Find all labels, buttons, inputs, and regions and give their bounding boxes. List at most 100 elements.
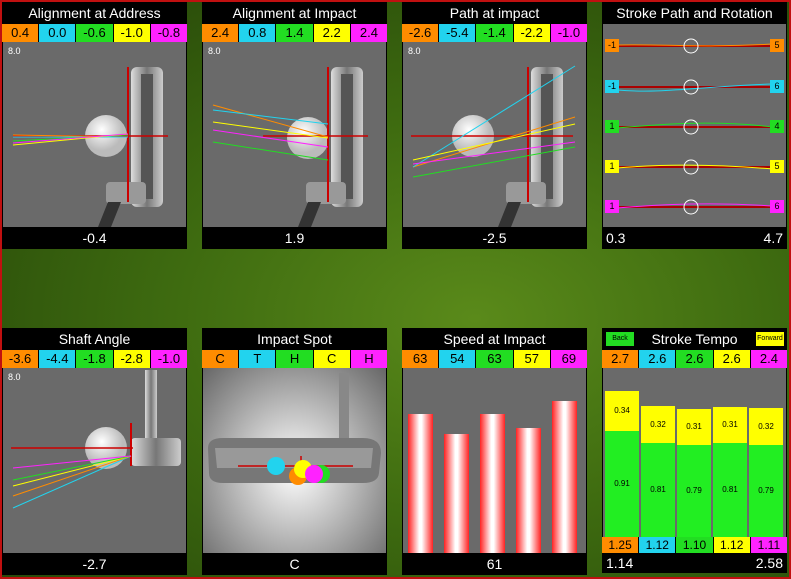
putter-graphic [212, 67, 368, 227]
bottom-chip: 1.12 [639, 537, 676, 553]
result-value: -2.7 [82, 556, 107, 572]
bottom-chip: 1.10 [676, 537, 713, 553]
value-chip: -1.0 [150, 350, 188, 368]
speed-bar [516, 428, 541, 553]
bottom-chip: 1.25 [602, 537, 639, 553]
rotation-right-value: 6 [770, 80, 784, 93]
panel-title: Stroke Path and Rotation [616, 5, 773, 21]
speed-bar [444, 434, 469, 553]
value-chip: 0.4 [2, 24, 39, 42]
tempo-forward-segment: 0.91 [605, 431, 639, 537]
value-chip: -1.0 [113, 24, 150, 42]
tempo-back-segment: 0.31 [713, 407, 747, 443]
rotation-view: -1 -1 1 1 1 5 6 4 5 6 [603, 24, 786, 227]
value-chip: 0.8 [239, 24, 276, 42]
rotation-left-value: -1 [605, 39, 619, 52]
back-button[interactable]: Back [606, 332, 634, 346]
panel-alignment-address: Alignment at Address 0.4 0.0 -0.6 -1.0 -… [2, 2, 188, 249]
bottom-chip: 1.12 [713, 537, 750, 553]
putter-graphic [12, 67, 168, 227]
panel-alignment-impact: Alignment at Impact 2.4 0.8 1.4 2.2 2.4 … [202, 2, 388, 249]
value-chip: 2.4 [202, 24, 239, 42]
tempo-forward-segment: 0.79 [749, 445, 783, 537]
result-value: -0.4 [82, 230, 107, 246]
result-right: 2.58 [755, 555, 783, 571]
result-left: 0.3 [606, 230, 626, 246]
putter-view: 8.0 [403, 42, 586, 227]
value-chip: 2.6 [713, 350, 750, 368]
value-chips: 0.4 0.0 -0.6 -1.0 -0.8 [2, 24, 188, 42]
result-row: 0.3 4.7 [602, 227, 787, 249]
value-chip: -2.2 [513, 24, 550, 42]
tempo-back-segment: 0.31 [677, 409, 711, 445]
rotation-right-value: 5 [770, 160, 784, 173]
value-chip: 63 [402, 350, 439, 368]
tempo-forward-segment: 0.81 [713, 443, 747, 537]
tempo-bars: 0.91 0.34 0.81 0.32 0.79 0.31 0.81 0.31 0.79 0.32 [603, 368, 786, 537]
panel-title: Speed at Impact [443, 331, 546, 347]
value-chip: 63 [476, 350, 513, 368]
value-chips: 2.7 2.6 2.6 2.6 2.4 [602, 350, 788, 368]
value-chip: 2.6 [676, 350, 713, 368]
value-chip: 2.4 [750, 350, 788, 368]
speed-bar [480, 414, 505, 553]
result-value: C [289, 556, 300, 572]
tempo-forward-segment: 0.79 [677, 445, 711, 537]
value-chip: 2.7 [602, 350, 639, 368]
rotation-graphic [616, 38, 774, 215]
forward-button[interactable]: Forward [756, 332, 784, 346]
value-chip: T [239, 350, 276, 368]
result-left: 1.14 [606, 555, 634, 571]
value-chip: 69 [550, 350, 588, 368]
panel-title: Shaft Angle [58, 331, 131, 347]
value-chip: 2.4 [350, 24, 388, 42]
rotation-left-value: 1 [605, 120, 619, 133]
value-chip: -2.6 [402, 24, 439, 42]
value-chip: 0.0 [39, 24, 76, 42]
value-chip: -1.8 [76, 350, 113, 368]
panel-stroke-rotation: Stroke Path and Rotation -1 -1 1 1 1 5 6… [602, 2, 787, 249]
panel-impact-spot: Impact Spot C T H C H C [202, 328, 388, 575]
value-chip: -4.4 [39, 350, 76, 368]
tempo-forward-segment: 0.81 [641, 443, 675, 537]
result-value: 61 [486, 556, 503, 572]
panel-speed-impact: Speed at Impact 63 54 63 57 69 61 [402, 328, 588, 575]
value-chip: -0.8 [150, 24, 188, 42]
value-chip: -5.4 [439, 24, 476, 42]
panel-title: Alignment at Address [28, 5, 161, 21]
shaft-graphic [11, 370, 181, 509]
value-chips: 63 54 63 57 69 [402, 350, 588, 368]
impact-view [203, 368, 386, 553]
putter-face-graphic [208, 373, 381, 485]
putter-view: 8.0 [203, 42, 386, 227]
rotation-right-value: 4 [770, 120, 784, 133]
value-chips: 2.4 0.8 1.4 2.2 2.4 [202, 24, 388, 42]
result-right: 4.7 [763, 230, 783, 246]
value-chip: C [202, 350, 239, 368]
tempo-back-segment: 0.34 [605, 391, 639, 431]
speed-bars [403, 368, 586, 553]
value-chip: 57 [513, 350, 550, 368]
value-chip: 2.2 [313, 24, 350, 42]
speed-bar [552, 401, 577, 553]
result-value: -2.5 [482, 230, 507, 246]
value-chip: H [350, 350, 388, 368]
result-row: 1.14 2.58 [602, 553, 787, 573]
panel-stroke-tempo: Stroke Tempo Back Forward 2.7 2.6 2.6 2.… [602, 328, 788, 573]
shaft-view: 8.0 [3, 368, 186, 553]
value-chips: -3.6 -4.4 -1.8 -2.8 -1.0 [2, 350, 188, 368]
value-chip: -1.0 [550, 24, 588, 42]
bottom-chips: 1.25 1.12 1.10 1.12 1.11 [602, 537, 788, 553]
value-chip: 54 [439, 350, 476, 368]
rotation-left-value: 1 [605, 160, 619, 173]
value-chip: H [276, 350, 313, 368]
value-chip: -0.6 [76, 24, 113, 42]
panel-title: Alignment at Impact [232, 5, 357, 21]
value-chip: 1.4 [276, 24, 313, 42]
tempo-back-segment: 0.32 [749, 408, 783, 445]
rotation-left-value: -1 [605, 80, 619, 93]
value-chip: -2.8 [113, 350, 150, 368]
value-chips: C T H C H [202, 350, 388, 368]
panel-title: Impact Spot [257, 331, 332, 347]
rotation-right-value: 6 [770, 200, 784, 213]
